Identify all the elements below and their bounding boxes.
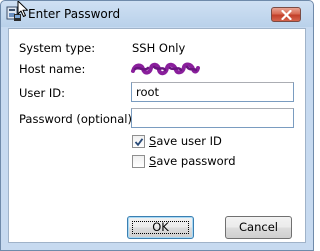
save-password-checkbox[interactable] — [132, 155, 145, 168]
enter-password-dialog: Enter Password System type: SSH Only Hos… — [0, 0, 314, 251]
system-type-value: SSH Only — [132, 41, 186, 55]
dialog-body: System type: SSH Only Host name: User ID… — [8, 28, 306, 243]
password-input[interactable] — [131, 108, 294, 128]
user-id-label: User ID: — [19, 86, 65, 100]
close-button[interactable] — [271, 7, 301, 22]
save-user-id-option[interactable]: Save user ID — [132, 134, 242, 149]
system-type-label: System type: — [19, 41, 96, 55]
checkmark-icon — [134, 138, 144, 147]
password-label: Password (optional): — [19, 112, 136, 126]
cancel-button[interactable]: Cancel — [225, 216, 292, 239]
save-password-label[interactable]: Save password — [149, 154, 236, 168]
title-bar[interactable]: Enter Password — [1, 1, 313, 28]
window-title: Enter Password — [28, 7, 121, 21]
ok-button[interactable]: OK — [127, 216, 194, 239]
redacted-host-name — [130, 62, 200, 76]
save-user-id-checkbox[interactable] — [132, 135, 145, 148]
user-id-input[interactable]: root — [131, 82, 294, 102]
close-icon — [281, 10, 292, 20]
mouse-pointer-icon — [17, 1, 29, 18]
save-user-id-label[interactable]: Save user ID — [149, 134, 222, 148]
ok-button-label: OK — [152, 220, 169, 234]
save-password-option[interactable]: Save password — [132, 154, 242, 169]
host-name-label: Host name: — [19, 62, 86, 76]
cancel-button-label: Cancel — [239, 220, 278, 234]
